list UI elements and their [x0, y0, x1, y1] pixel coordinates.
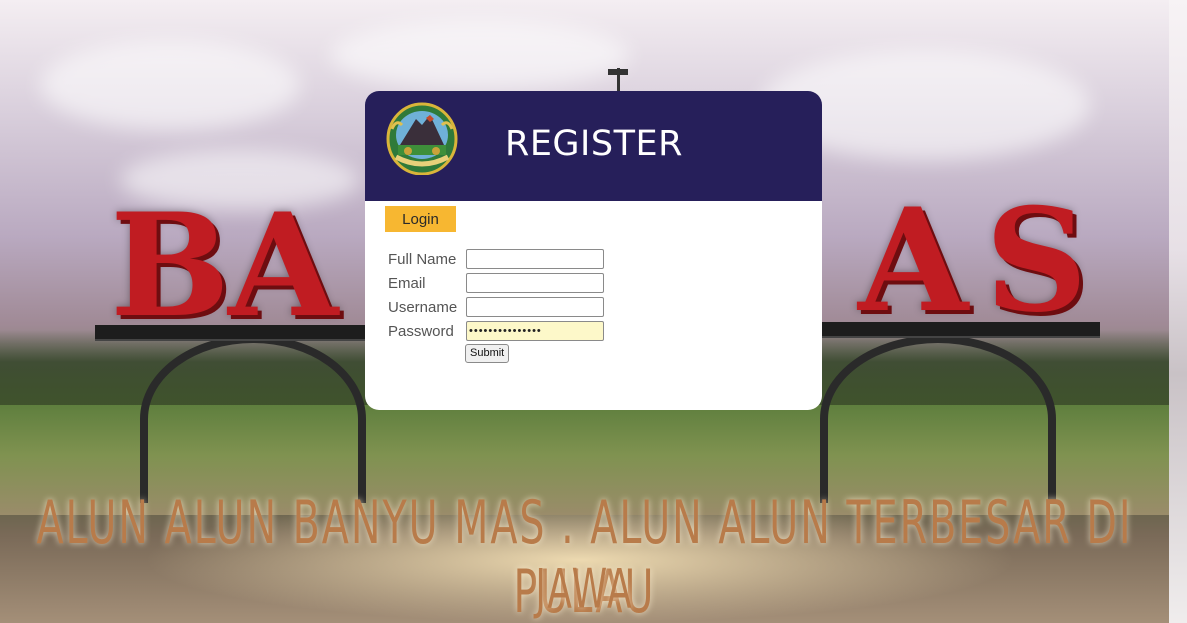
page-title: REGISTER [505, 124, 683, 164]
lamp-head [608, 69, 628, 75]
email-input[interactable] [466, 273, 604, 293]
full-name-input[interactable] [466, 249, 604, 269]
register-header: REGISTER [365, 91, 822, 201]
sign-letter: A [858, 178, 969, 344]
page-edge-strip [1169, 0, 1187, 623]
username-input[interactable] [466, 297, 604, 317]
tagline-line-2: JAWA [535, 558, 634, 622]
tagline: ALUN ALUN BANYU MAS . ALUN ALUN TERBESAR… [0, 489, 1169, 623]
sign-letter: S [985, 178, 1088, 344]
register-panel: REGISTER Login Full Name Email Username … [365, 91, 822, 410]
username-label: Username [388, 299, 458, 316]
password-input[interactable] [466, 321, 604, 341]
full-name-label: Full Name [388, 251, 457, 268]
submit-button[interactable]: Submit [465, 344, 510, 363]
sign-letter: B [110, 183, 231, 349]
login-tab[interactable]: Login [385, 206, 456, 232]
sign-letter: A [228, 183, 339, 349]
password-label: Password [388, 323, 454, 340]
email-label: Email [388, 275, 426, 292]
regency-emblem-icon [386, 102, 458, 175]
